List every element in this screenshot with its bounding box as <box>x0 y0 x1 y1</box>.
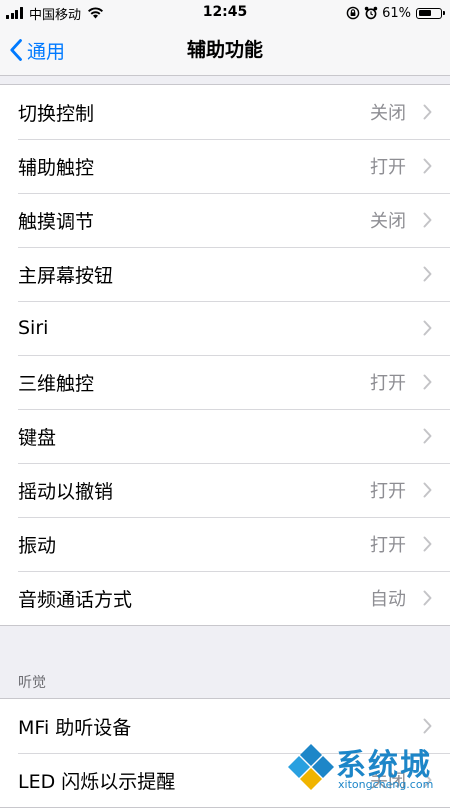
settings-row-value: 打开 <box>370 535 406 556</box>
settings-row-label: 触摸调节 <box>18 210 95 233</box>
chevron-right-icon <box>423 104 432 120</box>
settings-row[interactable]: 振动 打开 <box>0 517 450 571</box>
battery-icon <box>416 7 445 19</box>
chevron-right-icon <box>423 718 432 734</box>
settings-row-value: 打开 <box>370 373 406 394</box>
settings-row[interactable]: 摇动以撤销 打开 <box>0 463 450 517</box>
page-title: 辅助功能 <box>186 39 263 61</box>
settings-row[interactable]: 主屏幕按钮 <box>0 247 450 301</box>
settings-row-label: 键盘 <box>18 426 57 449</box>
settings-row-label: 三维触控 <box>18 372 95 395</box>
chevron-right-icon <box>423 482 432 498</box>
settings-row[interactable]: Siri <box>0 301 450 355</box>
watermark-logo: 系统城 xitongcheng.com <box>286 740 444 796</box>
settings-row-label: Siri <box>18 317 49 339</box>
settings-row-value: 关闭 <box>370 103 406 124</box>
status-right: 61% <box>346 4 445 22</box>
rotation-lock-icon <box>346 6 360 20</box>
alarm-icon <box>364 6 378 20</box>
status-bar: 中国移动 12:45 61% <box>0 0 450 26</box>
settings-row-label: 辅助触控 <box>18 156 95 179</box>
chevron-right-icon <box>423 320 432 336</box>
section-header-hearing: 听觉 <box>18 675 46 691</box>
navigation-bar: 通用 辅助功能 <box>0 26 450 76</box>
settings-row-value: 关闭 <box>370 211 406 232</box>
chevron-right-icon <box>423 212 432 228</box>
settings-group-main: 切换控制 关闭 辅助触控 打开 触摸调节 关闭 主屏幕按钮 Siri 三维触控 打开 键盘 摇动以撤销… <box>0 84 450 626</box>
battery-fill <box>418 10 431 16</box>
settings-row-value: 打开 <box>370 157 406 178</box>
watermark-url: xitongcheng.com <box>338 778 434 791</box>
chevron-right-icon <box>423 536 432 552</box>
chevron-right-icon <box>423 266 432 282</box>
settings-row-label: 切换控制 <box>18 102 95 125</box>
settings-row-value: 打开 <box>370 481 406 502</box>
settings-row[interactable]: 音频通话方式 自动 <box>0 571 450 625</box>
battery-percent: 61% <box>382 5 411 21</box>
settings-row-label: MFi 助听设备 <box>18 716 132 739</box>
settings-row-label: 摇动以撤销 <box>18 480 114 503</box>
settings-row-label: LED 闪烁以示提醒 <box>18 770 176 793</box>
chevron-right-icon <box>423 428 432 444</box>
chevron-right-icon <box>423 590 432 606</box>
settings-row[interactable]: 切换控制 关闭 <box>0 85 450 139</box>
watermark-diamond-icon <box>288 744 334 790</box>
settings-row-label: 主屏幕按钮 <box>18 264 114 287</box>
settings-row[interactable]: 三维触控 打开 <box>0 355 450 409</box>
settings-row[interactable]: 触摸调节 关闭 <box>0 193 450 247</box>
settings-row-label: 音频通话方式 <box>18 588 133 611</box>
chevron-right-icon <box>423 158 432 174</box>
settings-row-value: 自动 <box>370 589 406 610</box>
settings-row[interactable]: 辅助触控 打开 <box>0 139 450 193</box>
settings-row[interactable]: 键盘 <box>0 409 450 463</box>
chevron-right-icon <box>423 374 432 390</box>
settings-row-label: 振动 <box>18 534 57 557</box>
